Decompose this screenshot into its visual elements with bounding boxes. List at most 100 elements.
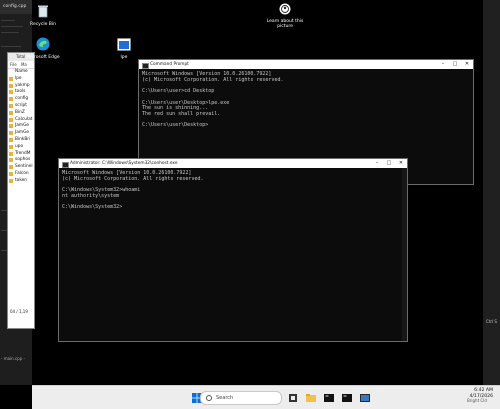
task-view-button[interactable]	[286, 390, 300, 404]
taskbar-app-editor[interactable]	[358, 390, 372, 404]
terminal-line: (c) Microsoft Corporation. All rights re…	[142, 76, 284, 83]
file-icon	[9, 76, 13, 81]
learn-picture-shortcut[interactable]: Learn about this picture	[265, 3, 305, 30]
admin-console-window[interactable]: Administrator: C:\Windows\System32\conho…	[58, 158, 408, 342]
file-list-label: yakmp	[15, 82, 30, 88]
column-header-name[interactable]: Name	[8, 69, 34, 76]
file-icon	[9, 117, 13, 122]
scrollbar[interactable]	[402, 168, 407, 341]
close-button[interactable]: ✕	[461, 60, 473, 69]
file-icon	[9, 171, 13, 176]
taskbar: Search Bright Cld 6:42 AM 4/17/2026	[32, 385, 500, 409]
terminal-icon	[62, 161, 69, 168]
clock-date: 4/17/2026	[469, 394, 493, 399]
terminal-line: C:\Windows\System32>	[62, 204, 123, 211]
file-icon	[9, 131, 13, 136]
file-list-item[interactable]: BinZ	[8, 110, 34, 117]
taskbar-app-explorer[interactable]	[304, 390, 318, 404]
file-list-label: token	[15, 177, 28, 183]
close-button[interactable]: ✕	[395, 159, 407, 168]
maximize-button[interactable]: □	[449, 60, 461, 69]
search-icon	[206, 395, 212, 401]
file-icon	[9, 158, 13, 163]
file-list-label: tools	[15, 89, 26, 95]
edge-label: Microsoft Edge	[26, 54, 60, 60]
file-icon	[9, 144, 13, 149]
command-prompt-titlebar[interactable]: Command Prompt	[139, 60, 473, 69]
file-icon	[9, 97, 13, 102]
taskbar-search[interactable]: Search	[200, 391, 282, 405]
terminal-output[interactable]: Microsoft Windows [Version 10.0.26100.79…	[142, 71, 284, 129]
menu-more[interactable]: Ma	[21, 62, 27, 67]
file-list-label: config	[15, 96, 29, 102]
lpe-app-icon	[117, 38, 131, 51]
taskbar-app-terminal-2[interactable]	[340, 390, 354, 404]
explorer-menu: File Ma	[8, 61, 34, 69]
taskbar-app-terminal[interactable]	[322, 390, 336, 404]
admin-console-title: Administrator: C:\Windows\System32\conho…	[70, 161, 178, 166]
terminal-icon	[342, 394, 352, 402]
minimize-button[interactable]: –	[371, 159, 383, 168]
file-list-item[interactable]: script	[8, 103, 34, 110]
lpe-shortcut[interactable]: lpe	[104, 38, 144, 60]
file-icon	[9, 90, 13, 95]
file-list-item[interactable]: token	[8, 178, 34, 185]
file-list-item[interactable]: BinkBri	[8, 137, 34, 144]
shortcut-hint: Ctrl S	[486, 319, 497, 324]
file-list-item[interactable]: upo	[8, 144, 34, 151]
file-explorer-window[interactable]: Total File Ma Name lpe yakmp tools config scr…	[7, 52, 35, 329]
file-list-item[interactable]: JamGe	[8, 130, 34, 137]
terminal-output[interactable]: Microsoft Windows [Version 10.0.26100.79…	[62, 170, 204, 211]
code-line	[1, 32, 19, 33]
file-icon	[9, 178, 13, 183]
file-list-item[interactable]: Falcon	[8, 171, 34, 178]
minimize-button[interactable]: –	[437, 60, 449, 69]
file-list-item[interactable]: lpe	[8, 76, 34, 83]
file-list-label: Calculat	[15, 116, 33, 122]
file-list-label: script	[15, 102, 27, 108]
command-prompt-title: Command Prompt	[150, 62, 189, 67]
status-text: - main.cpp -	[1, 356, 25, 361]
file-list-label: Falcon	[15, 170, 29, 176]
code-editor-icon	[360, 394, 370, 402]
recycle-bin-icon	[38, 5, 48, 18]
file-list-label: lpe	[15, 75, 22, 81]
file-list-label: Name	[15, 69, 28, 74]
file-icon	[9, 165, 13, 170]
file-list-label: BinkBri	[15, 136, 31, 142]
menu-file[interactable]: File	[10, 62, 17, 67]
file-icon	[9, 124, 13, 129]
file-list-item[interactable]: config	[8, 96, 34, 103]
file-list-label: upo	[15, 143, 24, 149]
file-list-label: BinZ	[15, 109, 25, 115]
maximize-button[interactable]: □	[383, 159, 395, 168]
file-list-label: sophos	[15, 157, 31, 163]
recycle-bin-shortcut[interactable]: Recycle Bin	[23, 4, 63, 27]
code-line	[1, 26, 23, 27]
terminal-line: (c) Microsoft Corporation. All rights re…	[62, 175, 204, 182]
explorer-footer: 04 / 1,19	[10, 309, 28, 314]
background-window-edge: Ctrl S	[483, 0, 500, 385]
learn-picture-label: Learn about this picture	[266, 18, 304, 30]
recycle-bin-label: Recycle Bin	[30, 21, 56, 27]
file-list-label: Sentinel	[15, 164, 33, 170]
file-icon	[9, 110, 13, 115]
terminal-icon	[142, 62, 149, 69]
learn-picture-icon	[279, 3, 291, 15]
code-line	[1, 46, 21, 47]
system-clock[interactable]: 6:42 AM 4/17/2026	[463, 388, 493, 400]
edge-shortcut[interactable]: Microsoft Edge	[23, 37, 63, 60]
task-view-icon	[289, 394, 297, 402]
file-icon	[9, 103, 13, 108]
file-list-label: TrendM	[15, 150, 31, 156]
file-list-item[interactable]: Sentinel	[8, 164, 34, 171]
search-placeholder: Search	[216, 395, 234, 401]
terminal-line: C:\Users\user\Desktop>	[142, 122, 209, 129]
file-icon	[9, 151, 13, 156]
file-icon	[9, 137, 13, 142]
folder-icon	[306, 394, 316, 402]
file-icon	[9, 83, 13, 88]
admin-console-titlebar[interactable]: Administrator: C:\Windows\System32\conho…	[59, 159, 407, 168]
file-list: Name lpe yakmp tools config script BinZ Calcula…	[8, 69, 34, 185]
edge-icon	[36, 37, 50, 51]
